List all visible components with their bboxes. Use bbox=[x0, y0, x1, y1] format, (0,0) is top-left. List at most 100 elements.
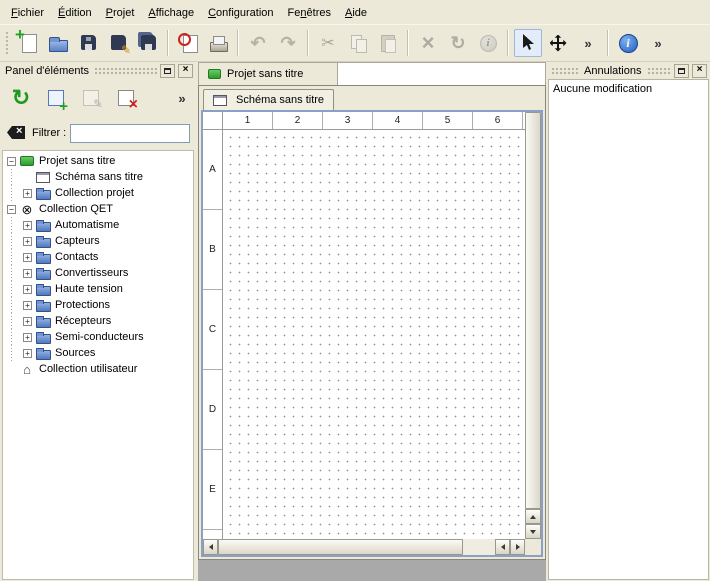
expand-toggle[interactable]: + bbox=[23, 333, 32, 342]
toolbar-handle[interactable] bbox=[4, 30, 9, 56]
toolbar-overflow-button[interactable] bbox=[574, 29, 602, 57]
scroll-left-button-2[interactable] bbox=[495, 539, 510, 555]
rotate-button[interactable] bbox=[444, 29, 472, 57]
tree-item-convertisseurs[interactable]: +Convertisseurs bbox=[3, 265, 193, 281]
tree-item-semi-conducteurs[interactable]: +Semi-conducteurs bbox=[3, 329, 193, 345]
tree-item-collection-utilisateur[interactable]: Collection utilisateur bbox=[3, 361, 193, 377]
undo-button[interactable] bbox=[244, 29, 272, 57]
new-project-button[interactable] bbox=[14, 29, 42, 57]
horizontal-scrollbar[interactable] bbox=[203, 539, 525, 555]
project-tab[interactable]: Projet sans titre bbox=[199, 63, 338, 85]
copy-icon bbox=[347, 32, 369, 54]
column-header-4: 4 bbox=[373, 112, 423, 129]
expand-toggle[interactable]: + bbox=[23, 253, 32, 262]
menu-configuration[interactable]: Configuration bbox=[201, 2, 280, 23]
float-elements-panel-button[interactable] bbox=[160, 64, 175, 78]
tree-item-capteurs[interactable]: +Capteurs bbox=[3, 233, 193, 249]
expand-toggle[interactable]: + bbox=[23, 221, 32, 230]
filter-input[interactable] bbox=[70, 124, 190, 143]
tree-item-sources[interactable]: +Sources bbox=[3, 345, 193, 361]
undo-panel-grip-2[interactable] bbox=[647, 66, 672, 75]
delete-button[interactable] bbox=[414, 29, 442, 57]
select-mode-button[interactable] bbox=[514, 29, 542, 57]
tree-item-automatisme[interactable]: +Automatisme bbox=[3, 217, 193, 233]
tree-item-haute-tension[interactable]: +Haute tension bbox=[3, 281, 193, 297]
expand-toggle[interactable]: + bbox=[23, 189, 32, 198]
vertical-scrollbar[interactable] bbox=[525, 112, 541, 539]
expand-toggle[interactable]: + bbox=[23, 349, 32, 358]
hscroll-track[interactable] bbox=[463, 539, 495, 555]
close-file-icon bbox=[177, 32, 199, 54]
undo-item-0[interactable]: Aucune modification bbox=[551, 82, 706, 98]
save-as-icon bbox=[107, 32, 129, 54]
expand-toggle[interactable]: + bbox=[23, 269, 32, 278]
down-arrow-icon bbox=[530, 530, 536, 534]
collapse-toggle[interactable]: − bbox=[7, 157, 16, 166]
tree-guide bbox=[7, 217, 23, 233]
menu-edition[interactable]: Édition bbox=[51, 2, 99, 23]
help-overflow-button[interactable] bbox=[644, 29, 672, 57]
schema-tab-label: Schéma sans titre bbox=[236, 94, 324, 106]
new-element-button[interactable] bbox=[41, 83, 71, 113]
scroll-down-button[interactable] bbox=[525, 524, 541, 539]
main-area: Panel d'éléments × Filtrer : −Projet san… bbox=[0, 62, 710, 581]
print-button[interactable] bbox=[204, 29, 232, 57]
cut-icon bbox=[317, 32, 339, 54]
menubar: FichierÉditionProjetAffichageConfigurati… bbox=[0, 0, 710, 24]
scroll-right-button[interactable] bbox=[510, 539, 525, 555]
tree-item-recepteurs[interactable]: +Récepteurs bbox=[3, 313, 193, 329]
left-arrow-icon bbox=[501, 544, 505, 550]
tree-item-collection-projet[interactable]: +Collection projet bbox=[3, 185, 193, 201]
close-file-button[interactable] bbox=[174, 29, 202, 57]
vscroll-thumb[interactable] bbox=[525, 112, 541, 509]
menu-projet[interactable]: Projet bbox=[99, 2, 142, 23]
properties-button[interactable] bbox=[474, 29, 502, 57]
schema-grid[interactable] bbox=[223, 130, 525, 539]
reload-collections-button[interactable] bbox=[6, 83, 36, 113]
tree-item-collection-qet[interactable]: −Collection QET bbox=[3, 201, 193, 217]
close-undo-panel-button[interactable]: × bbox=[692, 64, 707, 78]
tree-guide bbox=[7, 249, 23, 265]
row-header-D: D bbox=[203, 370, 222, 450]
clear-filter-icon[interactable] bbox=[6, 122, 28, 144]
tree-item-protections[interactable]: +Protections bbox=[3, 297, 193, 313]
tree-item-projet-sans-titre[interactable]: −Projet sans titre bbox=[3, 153, 193, 169]
scroll-up-button[interactable] bbox=[525, 509, 541, 524]
hscroll-thumb[interactable] bbox=[218, 539, 463, 555]
redo-button[interactable] bbox=[274, 29, 302, 57]
delete-element-button[interactable] bbox=[111, 83, 141, 113]
tree-guide bbox=[7, 185, 23, 201]
copy-button[interactable] bbox=[344, 29, 372, 57]
pan-mode-button[interactable] bbox=[544, 29, 572, 57]
expand-toggle[interactable]: + bbox=[23, 301, 32, 310]
expand-toggle[interactable]: + bbox=[23, 317, 32, 326]
undo-panel-header: Annulations × bbox=[548, 62, 710, 79]
menu-fichier[interactable]: Fichier bbox=[4, 2, 51, 23]
about-button[interactable] bbox=[614, 29, 642, 57]
float-undo-panel-button[interactable] bbox=[674, 64, 689, 78]
tree-item-contacts[interactable]: +Contacts bbox=[3, 249, 193, 265]
undo-panel-grip[interactable] bbox=[551, 66, 579, 75]
schema-tab[interactable]: Schéma sans titre bbox=[203, 89, 334, 110]
paste-button[interactable] bbox=[374, 29, 402, 57]
menu-affichage[interactable]: Affichage bbox=[141, 2, 201, 23]
panel-overflow-button[interactable] bbox=[174, 83, 190, 113]
collapse-toggle[interactable]: − bbox=[7, 205, 16, 214]
cut-button[interactable] bbox=[314, 29, 342, 57]
close-elements-panel-button[interactable]: × bbox=[178, 64, 193, 78]
save-all-button[interactable] bbox=[134, 29, 162, 57]
save-button[interactable] bbox=[74, 29, 102, 57]
expand-toggle[interactable]: + bbox=[23, 237, 32, 246]
folder-icon bbox=[36, 235, 50, 247]
tree-guide bbox=[7, 313, 23, 329]
save-as-button[interactable] bbox=[104, 29, 132, 57]
open-project-button[interactable] bbox=[44, 29, 72, 57]
menu-aide[interactable]: Aide bbox=[338, 2, 374, 23]
edit-element-button[interactable] bbox=[76, 83, 106, 113]
tree-item-schema-sans-titre[interactable]: Schéma sans titre bbox=[3, 169, 193, 185]
elements-panel-grip[interactable] bbox=[94, 66, 157, 75]
expand-toggle[interactable]: + bbox=[23, 285, 32, 294]
scroll-left-button[interactable] bbox=[203, 539, 218, 555]
menu-fenetres[interactable]: Fenêtres bbox=[281, 2, 338, 23]
new-element-icon bbox=[45, 87, 67, 109]
